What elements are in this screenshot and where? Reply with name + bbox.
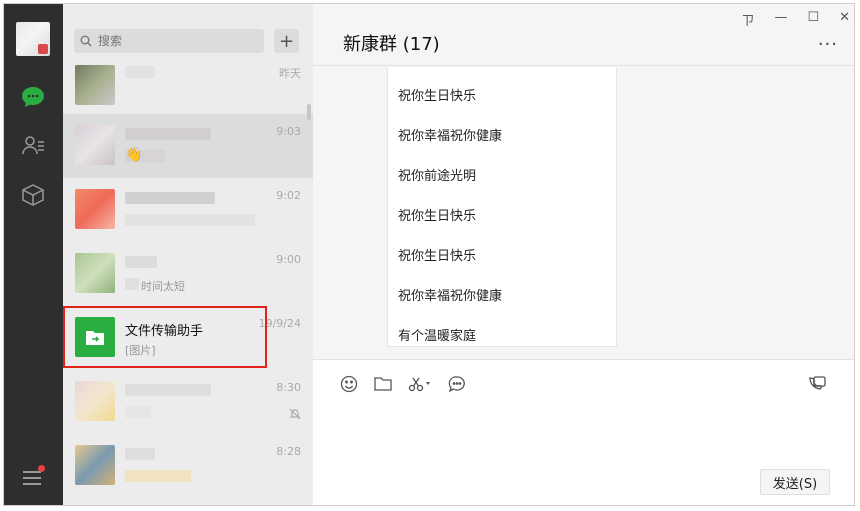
scissors-icon[interactable] [407,374,433,394]
maximize-icon[interactable]: ☐ [807,10,819,29]
message-line: 祝你生日快乐 [398,89,477,104]
search-box[interactable] [74,29,264,53]
avatar [75,253,115,293]
list-item[interactable]: 8:30 [63,370,313,434]
list-item[interactable]: 时间太短 9:00 [63,242,313,306]
message-bubble[interactable]: 祝你生日快乐 祝你幸福祝你健康 祝你前途光明 祝你生日快乐 祝你生日快乐 祝你幸… [387,67,617,347]
chat-header: 新康群 (17) ㄗ — ☐ ✕ ··· [313,4,854,66]
avatar [75,445,115,485]
avatar [75,381,115,421]
search-icon [80,35,92,47]
avatar [75,189,115,229]
chat-time: 9:03 [276,125,301,138]
list-item[interactable]: 昨天 [63,54,313,118]
list-item[interactable]: 8:28 [63,434,313,498]
message-line: 有个温暖家庭 [398,329,477,344]
pin-icon[interactable]: ㄗ [741,10,754,29]
chat-time: 8:28 [276,445,301,458]
chat-title: 新康群 (17) [343,34,440,55]
conversation-list: + 昨天 👋 9:03 9:02 时间太短 9:00 [63,4,313,505]
message-area: 祝你生日快乐 祝你幸福祝你健康 祝你前途光明 祝你生日快乐 祝你生日快乐 祝你幸… [313,67,854,359]
add-chat-button[interactable]: + [274,29,299,53]
composer-toolbar [339,374,467,394]
more-icon[interactable]: ··· [818,34,838,55]
close-icon[interactable]: ✕ [839,10,850,29]
chat-history-icon[interactable] [447,374,467,394]
message-line: 祝你生日快乐 [398,209,477,224]
chat-preview: 时间太短 [141,280,185,293]
wave-emoji-icon: 👋 [125,147,143,163]
chat-time: 9:00 [276,253,301,266]
my-avatar[interactable] [16,22,50,56]
folder-icon[interactable] [373,374,393,394]
contacts-icon[interactable] [20,132,46,158]
message-line: 祝你前途光明 [398,169,477,184]
list-scrollbar[interactable] [307,104,311,120]
chat-bubble-icon[interactable] [20,84,46,110]
chat-time: 8:30 [276,381,301,394]
avatar [75,125,115,165]
wechat-window: + 昨天 👋 9:03 9:02 时间太短 9:00 [3,3,855,506]
notification-dot [38,465,45,472]
nav-rail [4,4,63,505]
message-line: 祝你幸福祝你健康 [398,129,503,144]
chat-pane: 新康群 (17) ㄗ — ☐ ✕ ··· 祝你生日快乐 祝你幸福祝你健康 祝你前… [313,4,854,505]
chat-time: 昨天 [279,67,301,80]
list-item[interactable]: 9:02 [63,178,313,242]
search-input[interactable] [98,34,248,48]
menu-icon[interactable] [23,465,45,487]
mute-bell-icon [289,408,301,420]
window-controls: ㄗ — ☐ ✕ [741,10,850,29]
message-composer[interactable]: 发送(S) [313,359,854,505]
avatar [75,65,115,105]
highlight-box [63,306,267,368]
video-call-icon[interactable] [808,374,830,394]
minimize-icon[interactable]: — [774,10,787,29]
cube-icon[interactable] [20,182,46,208]
list-item[interactable]: 👋 9:03 [63,114,313,178]
message-line: 祝你幸福祝你健康 [398,289,503,304]
emoji-icon[interactable] [339,374,359,394]
chat-time: 9:02 [276,189,301,202]
send-button[interactable]: 发送(S) [760,469,830,495]
message-line: 祝你生日快乐 [398,249,477,264]
